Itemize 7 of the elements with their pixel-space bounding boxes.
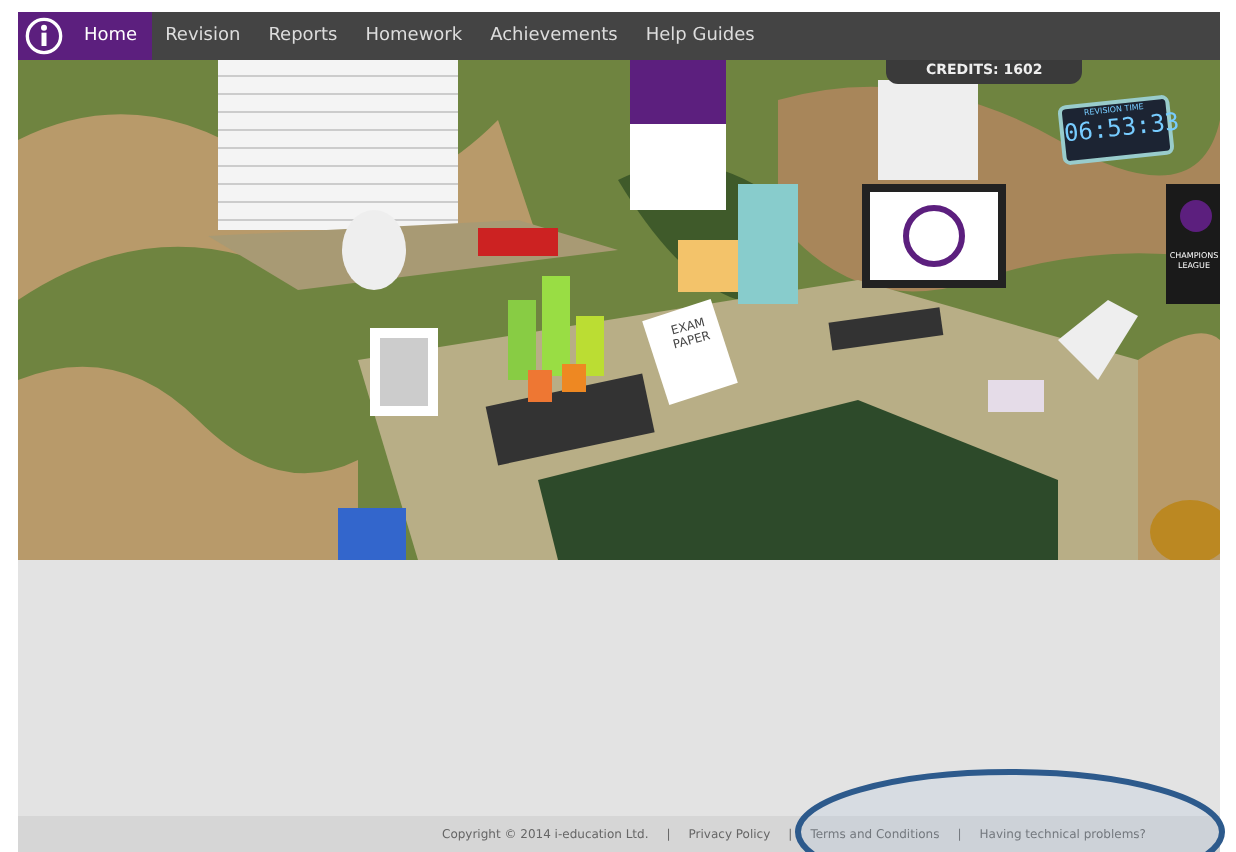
nav-tab[interactable]: Help Guides (631, 12, 769, 60)
nav-tab[interactable]: Revision (151, 12, 255, 60)
logo-icon[interactable] (24, 16, 64, 56)
nav-tab[interactable]: Reports (254, 12, 352, 60)
nav-tab[interactable]: Home (70, 12, 152, 60)
nav-tab[interactable]: Homework (351, 12, 477, 60)
nav-tab[interactable]: Achievements (476, 12, 632, 60)
